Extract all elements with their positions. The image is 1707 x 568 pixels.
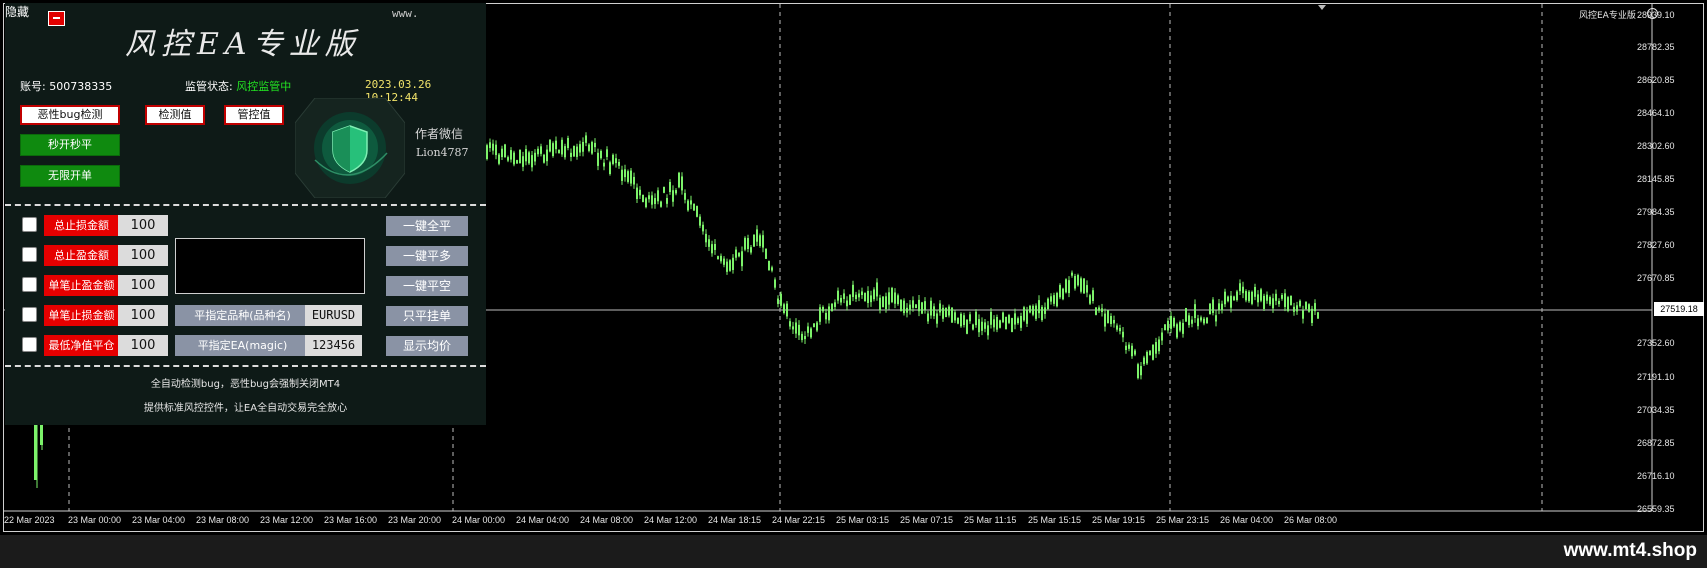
price-tick: 28145.85 <box>1637 174 1675 184</box>
info-textbox[interactable] <box>175 238 365 294</box>
price-tick: 28302.60 <box>1637 141 1675 151</box>
price-tick: 27984.35 <box>1637 207 1675 217</box>
time-tick: 24 Mar 18:15 <box>708 515 762 525</box>
panel-title: 风控EA专业版 <box>125 27 361 62</box>
time-tick: 24 Mar 08:00 <box>580 515 634 525</box>
close-pending-button[interactable]: 只平挂单 <box>386 306 468 326</box>
account-label: 账号: 500738335 <box>20 80 113 93</box>
price-tick: 27034.35 <box>1637 405 1675 415</box>
price-tick: 28939.10 <box>1637 10 1675 20</box>
price-tick: 26872.85 <box>1637 438 1675 448</box>
time-tick: 25 Mar 07:15 <box>900 515 954 525</box>
close-short-button[interactable]: 一键平空 <box>386 276 468 296</box>
price-tick: 26559.35 <box>1637 504 1675 514</box>
watermark: www.mt4.shop <box>1563 540 1697 561</box>
time-tick: 25 Mar 19:15 <box>1092 515 1146 525</box>
close-ea-button[interactable]: 平指定EA(magic) <box>175 335 310 356</box>
close-symbol-button[interactable]: 平指定品种(品种名) <box>175 305 310 326</box>
min-equity-label: 最低净值平仓 <box>44 335 119 356</box>
time-tick: 23 Mar 04:00 <box>132 515 186 525</box>
author-wechat: Lion4787 <box>416 146 469 159</box>
take-profit-total-checkbox[interactable] <box>22 247 37 262</box>
single-stop-loss-checkbox[interactable] <box>22 307 37 322</box>
min-equity-checkbox[interactable] <box>22 337 37 352</box>
price-tick: 28464.10 <box>1637 108 1675 118</box>
monitor-status: 监管状态: 风控监管中 <box>185 78 291 94</box>
close-long-button[interactable]: 一键平多 <box>386 246 468 266</box>
price-tick: 27352.60 <box>1637 338 1675 348</box>
monitor-status-label: 监管状态: <box>185 80 237 93</box>
time-tick: 23 Mar 08:00 <box>196 515 250 525</box>
stop-loss-total-label: 总止损金额 <box>44 215 119 236</box>
time-tick: 25 Mar 23:15 <box>1156 515 1210 525</box>
minimize-button[interactable] <box>48 11 65 26</box>
time-tick: 25 Mar 03:15 <box>836 515 890 525</box>
stop-loss-total-input[interactable]: 100 <box>118 215 168 236</box>
take-profit-total-label: 总止盈金额 <box>44 245 119 266</box>
time-tick: 25 Mar 15:15 <box>1028 515 1082 525</box>
check-value-button[interactable]: 检测值 <box>145 105 205 125</box>
time-tick: 23 Mar 20:00 <box>388 515 442 525</box>
divider <box>5 204 486 206</box>
single-stop-loss-input[interactable]: 100 <box>118 305 168 326</box>
show-average-button[interactable]: 显示均价 <box>386 336 468 356</box>
single-take-profit-checkbox[interactable] <box>22 277 37 292</box>
monitor-status-value: 风控监管中 <box>236 80 292 93</box>
footer-line-1: 全自动检测bug，恶性bug会强制关闭MT4 <box>150 379 341 390</box>
single-take-profit-input[interactable]: 100 <box>118 275 168 296</box>
close-symbol-input[interactable]: EURUSD <box>305 305 362 326</box>
hide-toggle[interactable]: 隐藏 <box>5 3 29 20</box>
risk-control-panel: www. 风控EA专业版 账号: 500738335 监管状态: 风控监管中 2… <box>5 3 486 425</box>
price-tick: 26716.10 <box>1637 471 1675 481</box>
instant-close-button[interactable]: 秒开秒平 <box>20 134 120 156</box>
time-tick: 24 Mar 04:00 <box>516 515 570 525</box>
time-tick: 24 Mar 12:00 <box>644 515 698 525</box>
time-tick: 22 Mar 2023 <box>4 515 55 525</box>
ea-name-label: 风控EA专业版 <box>1579 11 1636 21</box>
time-tick: 24 Mar 22:15 <box>772 515 826 525</box>
time-tick: 23 Mar 00:00 <box>68 515 122 525</box>
time-tick: 26 Mar 08:00 <box>1284 515 1338 525</box>
price-tick: 27191.10 <box>1637 372 1675 382</box>
price-tick: 27827.60 <box>1637 240 1675 250</box>
bug-check-button[interactable]: 恶性bug检测 <box>20 105 120 125</box>
price-tick: 28782.35 <box>1637 42 1675 52</box>
minus-icon <box>53 17 60 19</box>
shield-logo-icon <box>295 98 405 198</box>
time-tick: 25 Mar 11:15 <box>964 515 1017 525</box>
stop-loss-total-checkbox[interactable] <box>22 217 37 232</box>
min-equity-input[interactable]: 100 <box>118 335 168 356</box>
time-tick: 23 Mar 12:00 <box>260 515 314 525</box>
single-stop-loss-label: 单笔止损金额 <box>44 305 119 326</box>
close-ea-input[interactable]: 123456 <box>305 335 362 356</box>
price-tick: 27670.85 <box>1637 273 1675 283</box>
footer-line-2: 提供标准风控控件，让EA全自动交易完全放心 <box>143 403 348 414</box>
panel-url: www. <box>392 7 419 20</box>
bottom-bar: www.mt4.shop <box>0 535 1707 568</box>
time-tick: 23 Mar 16:00 <box>324 515 378 525</box>
unlimited-open-button[interactable]: 无限开单 <box>20 165 120 187</box>
price-tick: 28620.85 <box>1637 75 1675 85</box>
divider <box>5 365 486 367</box>
time-tick: 26 Mar 04:00 <box>1220 515 1274 525</box>
close-all-button[interactable]: 一键全平 <box>386 216 468 236</box>
control-value-button[interactable]: 管控值 <box>224 105 284 125</box>
take-profit-total-input[interactable]: 100 <box>118 245 168 266</box>
current-price-label: 27519.18 <box>1654 302 1704 316</box>
time-tick: 24 Mar 00:00 <box>452 515 506 525</box>
single-take-profit-label: 单笔止盈金额 <box>44 275 119 296</box>
author-label: 作者微信 <box>415 127 464 141</box>
